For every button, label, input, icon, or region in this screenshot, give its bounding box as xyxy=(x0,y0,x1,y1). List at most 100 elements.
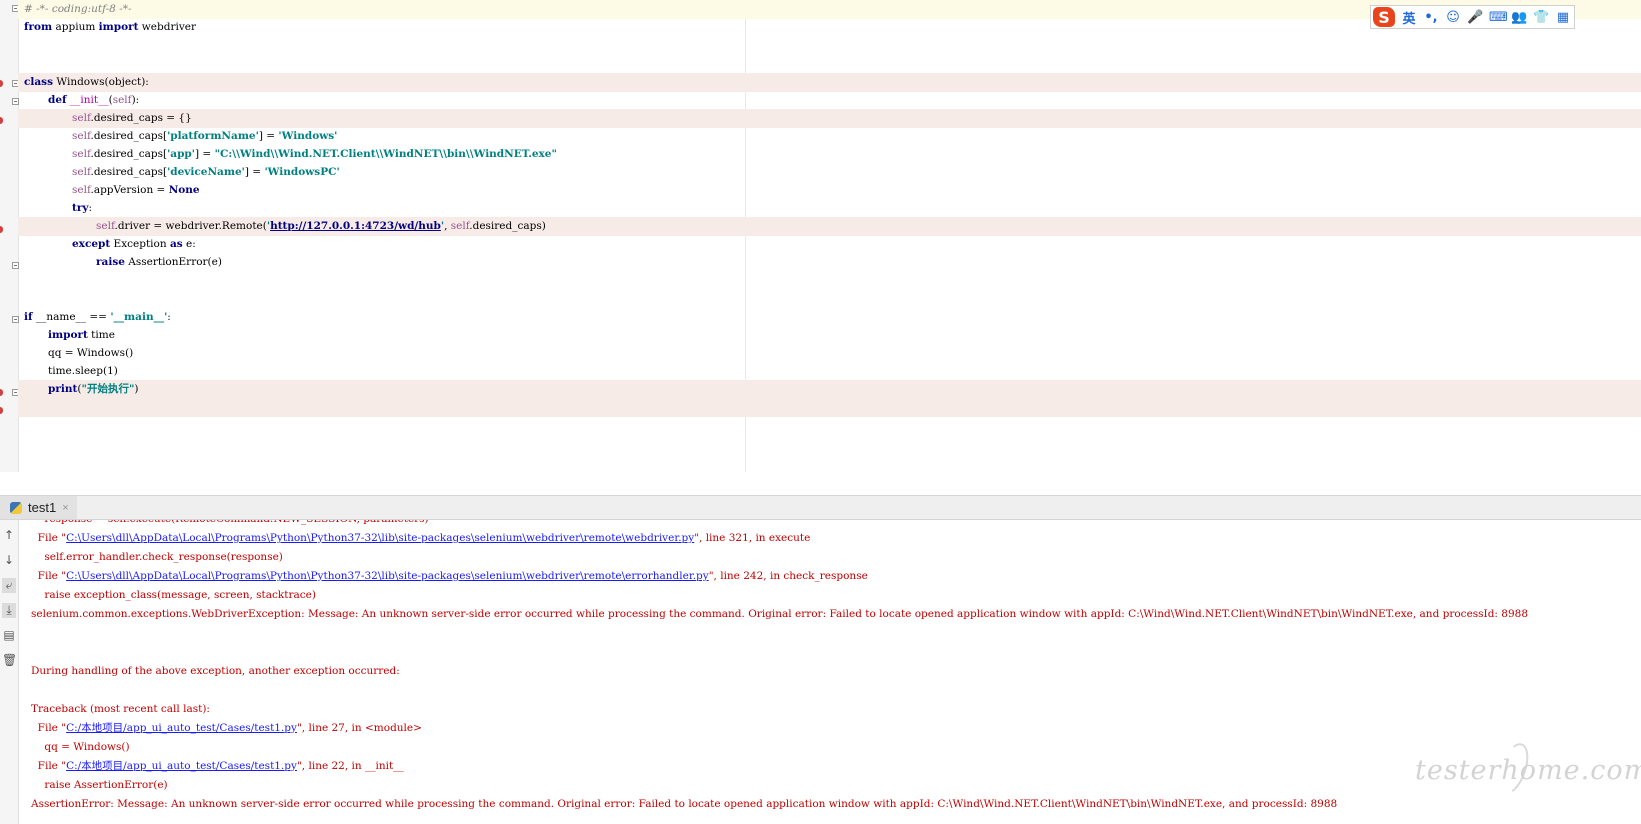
code-token: 'app' xyxy=(167,148,195,160)
code-token: Windows(object): xyxy=(53,76,149,88)
code-token: AssertionError(e) xyxy=(124,256,222,268)
code-token: from xyxy=(24,21,53,33)
code-line[interactable] xyxy=(18,398,1641,417)
console-line: self.error_handler.check_response(respon… xyxy=(31,551,283,563)
print-icon[interactable]: ▤ xyxy=(2,628,16,642)
code-token: .desired_caps[ xyxy=(90,166,168,178)
file-link[interactable]: C:/本地项目/app_ui_auto_test/Cases/test1.py xyxy=(66,722,297,734)
code-token: self xyxy=(72,130,91,142)
code-token: as xyxy=(169,238,183,250)
code-editor[interactable]: # -*- coding:utf-8 -*- from appium impor… xyxy=(0,0,1641,472)
code-token: 'WindowsPC' xyxy=(264,166,340,178)
console-line: Traceback (most recent call last): xyxy=(31,703,210,715)
code-line[interactable]: self.desired_caps = {} xyxy=(18,109,1641,128)
console-line: File "C:\Users\dll\AppData\Local\Program… xyxy=(31,529,811,548)
code-token: Exception xyxy=(110,238,170,250)
sogou-logo-icon[interactable]: S xyxy=(1373,7,1395,27)
console-text: ", line 242, in check_response xyxy=(708,570,868,582)
code-token: except xyxy=(72,238,111,250)
scroll-to-end-icon[interactable]: ⤓ xyxy=(2,603,16,618)
code-line[interactable]: self.desired_caps['platformName'] = 'Win… xyxy=(18,127,1641,146)
console-output[interactable]: response = self.execute(RemoteCommand.NE… xyxy=(19,520,1641,824)
code-token: self xyxy=(112,94,132,106)
skin-shirt-icon[interactable]: 👕 xyxy=(1533,10,1549,25)
code-token: self xyxy=(72,148,91,160)
console-text: File " xyxy=(31,760,67,772)
console-line: File "C:\Users\dll\AppData\Local\Program… xyxy=(31,567,868,586)
python-icon xyxy=(10,501,22,514)
run-tab-label: test1 xyxy=(28,500,57,515)
code-token: self xyxy=(72,184,91,196)
console-text: File " xyxy=(31,532,67,544)
code-token: "开始执行" xyxy=(81,383,135,395)
code-token: ): xyxy=(131,94,140,106)
keyboard-icon[interactable]: ⌨ xyxy=(1489,10,1508,25)
ime-language-toggle[interactable]: 英 xyxy=(1401,8,1417,27)
code-token: time xyxy=(87,329,115,341)
console-line: raise exception_class(message, screen, s… xyxy=(31,589,316,601)
run-tab-test1[interactable]: test1 × xyxy=(0,496,77,519)
code-line[interactable]: self.appVersion = None xyxy=(18,181,1641,200)
soft-wrap-icon[interactable]: ⤶ xyxy=(2,578,16,593)
code-token: .appVersion = xyxy=(90,184,169,196)
code-token: self xyxy=(72,112,91,124)
code-line[interactable]: try: xyxy=(18,199,1641,218)
code-comment: # -*- coding:utf-8 -*- xyxy=(24,3,132,15)
code-line[interactable]: self.desired_caps['app'] = "C:\\Wind\\Wi… xyxy=(18,145,1641,164)
console-text: File " xyxy=(31,722,67,734)
console-line: File "C:/本地项目/app_ui_auto_test/Cases/tes… xyxy=(31,719,422,738)
code-line[interactable]: self.desired_caps['deviceName'] = 'Windo… xyxy=(18,163,1641,182)
console-text: File " xyxy=(31,570,67,582)
code-token: 'Windows' xyxy=(278,130,338,142)
code-token: raise xyxy=(96,256,125,268)
code-line[interactable]: print("开始执行") xyxy=(18,380,1641,399)
code-token: : xyxy=(167,311,171,323)
code-token: '__main__' xyxy=(110,311,168,323)
scroll-up-icon[interactable]: ↑ xyxy=(2,528,16,542)
code-line[interactable]: self.driver = webdriver.Remote('http://1… xyxy=(18,217,1641,236)
console-line: raise AssertionError(e) xyxy=(31,779,168,791)
code-token: webdriver xyxy=(138,21,196,33)
code-token: self xyxy=(450,220,470,232)
code-token: class xyxy=(24,76,54,88)
console-line: response = self.execute(RemoteCommand.NE… xyxy=(31,520,428,529)
code-token: 'platformName' xyxy=(167,130,259,142)
toolbox-grid-icon[interactable]: ▦ xyxy=(1555,10,1571,25)
code-token: if xyxy=(24,311,33,323)
code-token: 'deviceName' xyxy=(167,166,245,178)
code-line[interactable]: raise AssertionError(e) xyxy=(18,253,1641,272)
console-line: qq = Windows() xyxy=(31,741,130,753)
run-tool-window-header: test1 × xyxy=(0,495,1641,520)
trash-icon[interactable]: 🗑 xyxy=(2,653,17,667)
code-token: ] = xyxy=(258,130,279,142)
code-token: .desired_caps = {} xyxy=(90,112,192,124)
code-line[interactable]: qq = Windows() xyxy=(18,344,1641,363)
code-line[interactable]: time.sleep(1) xyxy=(18,362,1641,381)
file-link[interactable]: C:\Users\dll\AppData\Local\Programs\Pyth… xyxy=(66,532,694,544)
emoji-icon[interactable]: ☺ xyxy=(1445,10,1461,25)
console-text: ", line 22, in __init__ xyxy=(296,760,404,772)
console-line: selenium.common.exceptions.WebDriverExce… xyxy=(31,608,1529,620)
console-text: ", line 321, in execute xyxy=(694,532,811,544)
code-line[interactable]: def __init__(self): xyxy=(18,91,1641,110)
microphone-icon[interactable]: 🎤 xyxy=(1467,10,1483,25)
punctuation-icon[interactable]: •, xyxy=(1423,10,1439,25)
code-token: ] = xyxy=(194,148,215,160)
url-link[interactable]: http://127.0.0.1:4723/wd/hub xyxy=(270,220,441,232)
close-tab-icon[interactable]: × xyxy=(62,502,68,514)
file-link[interactable]: C:\Users\dll\AppData\Local\Programs\Pyth… xyxy=(66,570,709,582)
users-icon[interactable]: 👥 xyxy=(1511,10,1527,25)
code-token: import xyxy=(98,21,139,33)
file-link[interactable]: C:/本地项目/app_ui_auto_test/Cases/test1.py xyxy=(66,760,297,772)
editor-gutter[interactable] xyxy=(0,0,19,472)
console-line: File "C:/本地项目/app_ui_auto_test/Cases/tes… xyxy=(31,757,404,776)
console-text: ", line 27, in <module> xyxy=(296,722,422,734)
code-line[interactable]: except Exception as e: xyxy=(18,235,1641,254)
code-line[interactable]: import time xyxy=(18,326,1641,345)
code-token: import xyxy=(48,329,88,341)
scroll-down-icon[interactable]: ↓ xyxy=(2,553,16,567)
code-line[interactable]: if __name__ == '__main__': xyxy=(18,308,1641,327)
code-token: qq = Windows() xyxy=(48,347,134,359)
code-token: None xyxy=(168,184,200,196)
code-line[interactable]: class Windows(object): xyxy=(18,73,1641,92)
